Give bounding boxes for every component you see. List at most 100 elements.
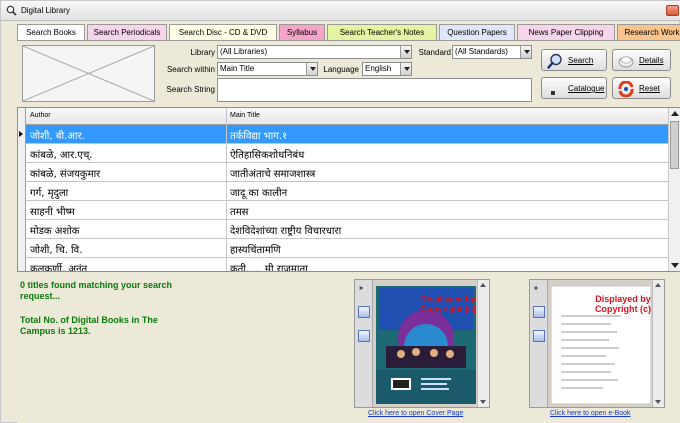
column-divider [226, 108, 227, 271]
search-within-label: Search within [166, 65, 215, 74]
tab-label: Search Periodicals [93, 28, 161, 37]
page-icon[interactable] [533, 306, 545, 318]
table-row[interactable]: गर्ग, मृदुला जादू का कालीन [26, 182, 670, 201]
magnifier-icon [547, 53, 562, 69]
tab-label: Search Disc - CD & DVD [178, 28, 268, 37]
search-button[interactable]: Search [541, 49, 607, 71]
standard-label: Standard [418, 48, 451, 57]
cell-author: साहनी भीष्म [30, 207, 75, 218]
table-row[interactable]: साहनी भीष्म तमस [26, 201, 670, 220]
results-grid: Author Main Title जोशी, बी.आर. तर्कविद्या… [17, 107, 680, 272]
grid-vertical-scrollbar[interactable] [668, 108, 680, 271]
table-row[interactable]: कांबळे, संजयकुमार जातीअंताचे समाजशास्त्र [26, 163, 670, 182]
grid-view-icon[interactable] [533, 330, 545, 342]
table-row[interactable]: मोडक अशोक देशविदेशांच्या राष्ट्रीय विचारध… [26, 220, 670, 239]
chevron-down-icon [306, 63, 317, 75]
library-select[interactable]: (All Libraries) [217, 45, 412, 59]
cover-viewer-scrollbar[interactable] [477, 280, 489, 407]
language-select[interactable]: English [362, 62, 412, 76]
cell-author: कुलकर्णी, अनंत [30, 264, 88, 272]
open-ebook-link[interactable]: Click here to open e-Book [550, 410, 631, 417]
search-string-label: Search String [166, 85, 215, 94]
cell-main-title: ऐतिहासिकशोधनिबंध [230, 150, 305, 161]
scroll-up-icon[interactable] [480, 283, 486, 287]
table-row[interactable]: कुलकर्णी, अनंत कृती..... मी राजमाता [26, 258, 670, 272]
tab-search-books[interactable]: Search Books [17, 24, 85, 40]
viewer-toolbar: » [355, 280, 373, 407]
reset-button-label: Reset [639, 84, 660, 93]
tab-syllabus[interactable]: Syllabus [279, 24, 325, 40]
scroll-thumb[interactable] [670, 121, 679, 169]
table-row[interactable]: जोशी, चि. वि. हास्यचिंतामणि [26, 239, 670, 258]
cover-page-viewer[interactable]: » Displayed by Copyright (c) [354, 279, 490, 408]
scroll-up-icon[interactable] [671, 111, 679, 116]
cell-main-title: जादू का कालीन [230, 188, 288, 199]
tab-label: Search Teacher's Notes [339, 28, 425, 37]
cell-author: कांबळे, संजयकुमार [30, 169, 101, 180]
cell-author: कांबळे, आर.एच्. [30, 150, 93, 161]
tab-label: Syllabus [286, 28, 318, 37]
search-string-input[interactable] [217, 78, 532, 102]
ebook-viewer[interactable]: » Displayed by Copyright (c) [529, 279, 665, 408]
cell-author: जोशी, बी.आर. [30, 131, 85, 142]
scroll-up-icon[interactable] [655, 283, 661, 287]
library-label: Library [190, 48, 215, 57]
language-label: Language [323, 65, 359, 74]
column-header-author[interactable]: Author [30, 112, 51, 119]
scroll-down-icon[interactable] [655, 400, 661, 404]
close-button[interactable] [666, 5, 679, 16]
catalogue-button[interactable]: Catalogue [541, 77, 607, 99]
search-within-select[interactable]: Main Title [217, 62, 318, 76]
cell-main-title: जातीअंताचे समाजशास्त्र [230, 169, 316, 180]
tab-search-periodicals[interactable]: Search Periodicals [87, 24, 167, 40]
catalogue-icon [551, 91, 555, 95]
total-books-text: Total No. of Digital Books in The Campus… [20, 315, 158, 336]
chevron-down-icon [400, 63, 411, 75]
scroll-down-icon[interactable] [480, 400, 486, 404]
tab-label: Research Work [624, 28, 680, 37]
search-within-value: Main Title [220, 64, 255, 73]
tab-research-work[interactable]: Research Work [617, 24, 680, 40]
details-button-label: Details [639, 56, 664, 65]
scroll-down-icon[interactable] [671, 263, 679, 268]
tab-question-papers[interactable]: Question Papers [439, 24, 515, 40]
grid-header: Author Main Title [18, 108, 670, 125]
table-row[interactable]: जोशी, बी.आर. तर्कविद्या भाग.१ [26, 125, 670, 144]
column-header-main-title[interactable]: Main Title [230, 112, 260, 119]
language-value: English [365, 64, 392, 73]
tab-teachers-notes[interactable]: Search Teacher's Notes [327, 24, 437, 40]
details-button[interactable]: Details [612, 49, 671, 71]
tab-label: Question Papers [447, 28, 507, 37]
cell-author: जोशी, चि. वि. [30, 245, 83, 256]
library-value: (All Libraries) [220, 47, 268, 56]
cell-main-title: कृती..... मी राजमाता [230, 264, 308, 272]
window-title: Digital Library [21, 6, 70, 15]
digital-library-window: Digital Library Search Books Search Peri… [0, 0, 680, 423]
ebook-viewer-scrollbar[interactable] [652, 280, 664, 407]
chevron-down-icon [520, 46, 531, 58]
table-row[interactable]: कांबळे, आर.एच्. ऐतिहासिकशोधनिबंध [26, 144, 670, 163]
open-cover-page-link[interactable]: Click here to open Cover Page [368, 410, 463, 417]
fast-forward-icon[interactable]: » [359, 285, 363, 292]
catalogue-button-label: Catalogue [568, 84, 605, 93]
details-icon [618, 56, 634, 68]
search-button-label: Search [568, 56, 594, 65]
tab-news-paper-clipping[interactable]: News Paper Clipping [517, 24, 615, 40]
reset-icon [618, 81, 634, 97]
standard-select[interactable]: (All Standards) [452, 45, 532, 59]
cell-main-title: देशविदेशांच्या राष्ट्रीय विचारधारा [230, 226, 342, 237]
tab-label: News Paper Clipping [528, 28, 604, 37]
tab-label: Search Books [26, 28, 76, 37]
standard-value: (All Standards) [455, 47, 508, 56]
empty-image-icon [22, 45, 155, 102]
search-icon [6, 5, 17, 16]
tab-search-disc[interactable]: Search Disc - CD & DVD [169, 24, 277, 40]
cell-main-title: तमस [230, 207, 249, 218]
cell-main-title: हास्यचिंतामणि [230, 245, 281, 256]
reset-button[interactable]: Reset [612, 77, 671, 99]
cell-author: मोडक अशोक [30, 226, 80, 237]
page-icon[interactable] [358, 306, 370, 318]
fast-forward-icon[interactable]: » [534, 285, 538, 292]
book-image-placeholder [22, 45, 155, 102]
grid-view-icon[interactable] [358, 330, 370, 342]
